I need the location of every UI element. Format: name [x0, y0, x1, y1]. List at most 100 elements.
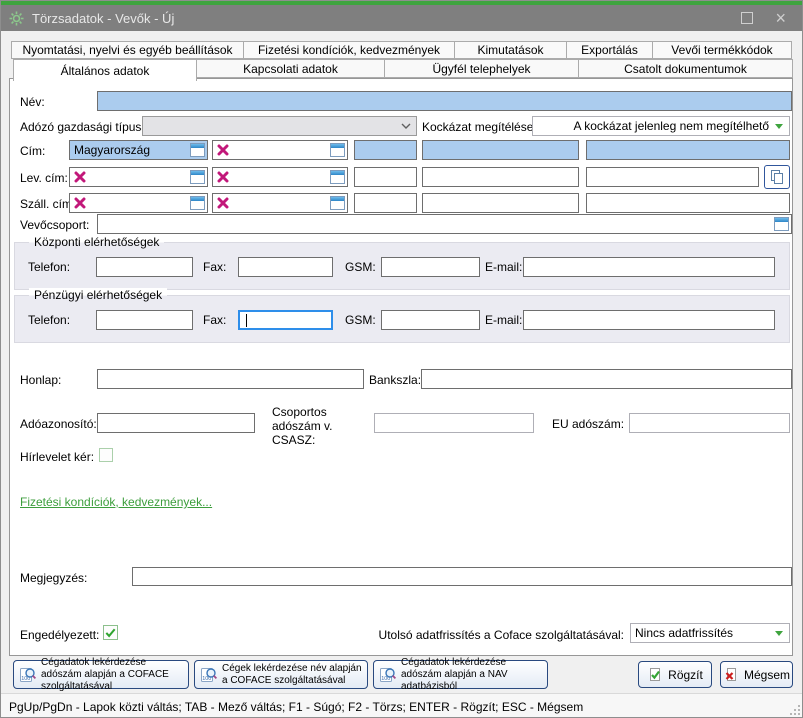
coface-nev-lookup-button[interactable]: 100 Cégek lekérdezése név alapján a COFA…: [194, 660, 368, 689]
tab-altalanos-adatok[interactable]: Általános adatok: [13, 59, 197, 81]
csoportos-adoszam-label: Csoportos adószám v. CSASZ:: [272, 406, 378, 447]
cim-telepules-combo[interactable]: [212, 140, 348, 160]
kozponti-telefon-input[interactable]: [96, 257, 193, 277]
browse-window-icon[interactable]: [774, 217, 789, 231]
cim-label: Cím:: [20, 144, 45, 158]
csoportos-adoszam-input[interactable]: [374, 413, 534, 433]
clear-red-x-icon[interactable]: [217, 171, 229, 183]
search-document-icon: 100: [19, 666, 37, 684]
clear-red-x-icon[interactable]: [217, 144, 229, 156]
cim-utca-input[interactable]: [422, 140, 579, 160]
hirlevel-checkbox[interactable]: [99, 448, 113, 462]
lev-hazszam-input[interactable]: [586, 167, 759, 187]
browse-window-icon[interactable]: [190, 143, 205, 157]
megjegyzes-input[interactable]: [132, 567, 792, 586]
kozponti-email-input[interactable]: [523, 257, 775, 277]
bankszla-label: Bankszla:: [369, 373, 421, 387]
app-window: Törzsadatok - Vevők - Új × Nyomtatási, n…: [0, 0, 803, 718]
cim-hazszam-input[interactable]: [586, 140, 790, 160]
coface-adoszam-lookup-button[interactable]: 100 Cégadatok lekérdezése adószám alapjá…: [13, 660, 189, 689]
penzugyi-telefon-input[interactable]: [96, 310, 193, 330]
clear-red-x-icon[interactable]: [74, 197, 86, 209]
tab-ugyfel-telephelyek[interactable]: Ügyfél telephelyek: [384, 59, 579, 78]
button-label: Rögzít: [668, 668, 703, 682]
eu-adoszam-label: EU adószám:: [552, 417, 624, 431]
adoazonosito-input[interactable]: [97, 413, 255, 433]
lev-utca-input[interactable]: [422, 167, 579, 187]
telefon-label: Telefon:: [28, 260, 70, 274]
check-icon: [104, 626, 117, 639]
button-label: Cégadatok lekérdezése adószám alapján a …: [401, 657, 542, 693]
tab-kimutatasok[interactable]: Kimutatások: [454, 41, 567, 59]
adoazonosito-label: Adóazonosító:: [20, 417, 97, 431]
cim-irsz-input[interactable]: [354, 140, 417, 160]
clear-red-x-icon[interactable]: [74, 171, 86, 183]
app-gear-icon: [9, 11, 24, 26]
megsem-button[interactable]: Mégsem: [720, 661, 793, 688]
clear-red-x-icon[interactable]: [217, 197, 229, 209]
megjegyzes-label: Megjegyzés:: [20, 571, 87, 585]
cim-orszag-combo[interactable]: Magyarország: [69, 140, 208, 160]
fax-label: Fax:: [203, 313, 226, 327]
copy-address-button[interactable]: [764, 165, 790, 189]
window-title: Törzsadatok - Vevők - Új: [32, 11, 174, 26]
browse-window-icon[interactable]: [190, 170, 205, 184]
minimize-button[interactable]: [741, 12, 753, 24]
coface-frissites-value: Nincs adatfrissítés: [635, 626, 733, 640]
dropdown-arrow-icon: [775, 631, 783, 636]
nev-input[interactable]: [97, 91, 792, 111]
tab-nyomtatasi-beallitasok[interactable]: Nyomtatási, nyelvi és egyéb beállítások: [11, 41, 244, 59]
lev-telepules-combo[interactable]: [212, 167, 348, 187]
lev-orszag-combo[interactable]: [69, 167, 208, 187]
tab-row-main: Általános adatok Kapcsolati adatok Ügyfé…: [13, 59, 792, 81]
szall-orszag-combo[interactable]: [69, 193, 208, 213]
telefon-label: Telefon:: [28, 313, 70, 327]
fizetesi-kondiciok-link[interactable]: Fizetési kondíciók, kedvezmények...: [20, 495, 212, 509]
browse-window-icon[interactable]: [330, 143, 345, 157]
eu-adoszam-input[interactable]: [629, 413, 790, 433]
coface-frissites-select[interactable]: Nincs adatfrissítés: [630, 623, 790, 643]
close-button[interactable]: ×: [775, 13, 786, 23]
lev-irsz-input[interactable]: [354, 167, 417, 187]
tab-exportalas[interactable]: Exportálás: [566, 41, 653, 59]
tab-vevoi-termekkodok[interactable]: Vevői termékkódok: [652, 41, 792, 59]
kockazat-select[interactable]: A kockázat jelenleg nem megítélhető: [532, 116, 790, 136]
cancel-x-icon: [723, 667, 739, 683]
kockazat-value: A kockázat jelenleg nem megítélhető: [574, 119, 769, 133]
bankszla-input[interactable]: [421, 369, 792, 389]
gsm-label: GSM:: [345, 260, 376, 274]
kozponti-gsm-input[interactable]: [381, 257, 480, 277]
kozponti-fax-input[interactable]: [238, 257, 333, 277]
penzugyi-gsm-input[interactable]: [381, 310, 480, 330]
szall-hazszam-input[interactable]: [586, 193, 790, 213]
general-data-panel: Név: Adózó gazdasági típusa: Kockázat me…: [9, 78, 793, 656]
lev-cim-label: Lev. cím:: [20, 171, 68, 185]
vevocsoport-combo[interactable]: [97, 214, 792, 234]
vevocsoport-label: Vevőcsoport:: [20, 218, 89, 232]
adozo-tipus-select[interactable]: [142, 116, 417, 136]
szall-irsz-input[interactable]: [354, 193, 417, 213]
browse-window-icon[interactable]: [190, 196, 205, 210]
rogzit-button[interactable]: Rögzít: [638, 661, 712, 688]
titlebar[interactable]: Törzsadatok - Vevők - Új ×: [1, 5, 802, 31]
tab-fizetesi-kondiciok[interactable]: Fizetési kondíciók, kedvezmények: [243, 41, 455, 59]
engedelyezett-checkbox[interactable]: [103, 625, 118, 640]
fax-label: Fax:: [203, 260, 226, 274]
gsm-label: GSM:: [345, 313, 376, 327]
honlap-input[interactable]: [97, 369, 364, 389]
tab-row-top: Nyomtatási, nyelvi és egyéb beállítások …: [11, 41, 791, 59]
browse-window-icon[interactable]: [330, 196, 345, 210]
resize-grip[interactable]: [789, 704, 801, 716]
status-bar: PgUp/PgDn - Lapok közti váltás; TAB - Me…: [1, 693, 803, 718]
szall-utca-input[interactable]: [422, 193, 579, 213]
tab-csatolt-dokumentumok[interactable]: Csatolt dokumentumok: [578, 59, 793, 78]
cim-orszag-value: Magyarország: [74, 143, 150, 157]
tab-kapcsolati-adatok[interactable]: Kapcsolati adatok: [196, 59, 385, 78]
szall-telepules-combo[interactable]: [212, 193, 348, 213]
nav-adoszam-lookup-button[interactable]: 100 Cégadatok lekérdezése adószám alapjá…: [373, 660, 548, 689]
dropdown-arrow-icon: [775, 124, 783, 129]
penzugyi-email-input[interactable]: [523, 310, 775, 330]
footer-bar: 100 Cégadatok lekérdezése adószám alapjá…: [1, 656, 803, 693]
browse-window-icon[interactable]: [330, 170, 345, 184]
penzugyi-fax-input-focused[interactable]: [238, 310, 333, 330]
